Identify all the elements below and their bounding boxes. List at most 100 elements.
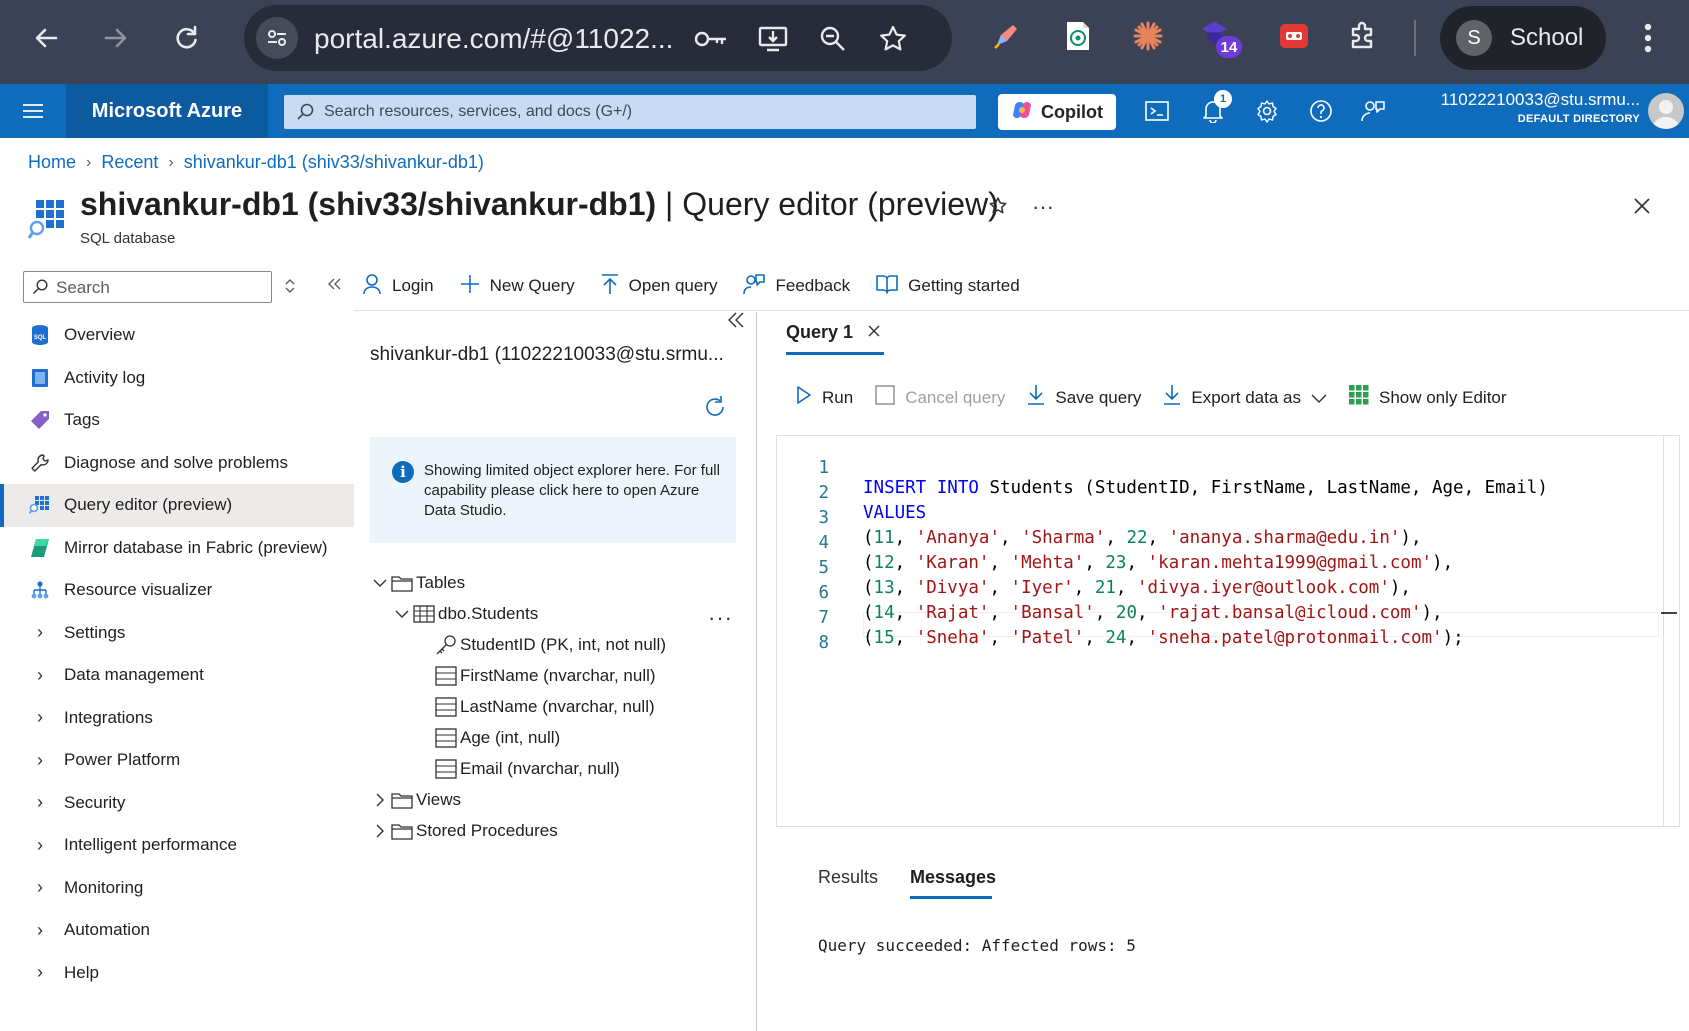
sql-text: Students (StudentID, FirstName, LastName…	[978, 478, 1548, 498]
chatgpt-extension-icon[interactable]	[1060, 18, 1096, 54]
menu-item-resource-visualizer[interactable]: Resource visualizer	[0, 569, 354, 612]
tab-messages[interactable]: Messages	[910, 867, 996, 888]
chevron-down-icon	[1311, 388, 1327, 408]
breadcrumb-recent[interactable]: Recent	[101, 152, 158, 173]
copilot-label: Copilot	[1041, 101, 1103, 122]
menu-item-activity-log[interactable]: Activity log	[0, 357, 354, 400]
graduation-extension-icon[interactable]: 14	[1200, 18, 1242, 58]
brand-logo[interactable]: Microsoft Azure	[66, 84, 268, 138]
tree-node-views[interactable]: Views	[370, 785, 461, 815]
save-query-button[interactable]: Save query	[1027, 384, 1141, 411]
show-only-editor-button[interactable]: Show only Editor	[1348, 385, 1507, 410]
tree-node-students-table[interactable]: dbo.Students	[392, 599, 538, 629]
menu-search-input[interactable]: Search	[23, 271, 272, 303]
code-line: 8	[777, 613, 840, 653]
menu-group-data-management[interactable]: › Data management	[0, 654, 354, 697]
play-icon	[796, 385, 812, 410]
sql-code-editor[interactable]: 1 INSERT INTO Students (StudentID, First…	[776, 435, 1680, 827]
menu-group-power-platform[interactable]: › Power Platform	[0, 739, 354, 782]
refresh-icon[interactable]	[702, 394, 728, 425]
tree-node-column[interactable]: FirstName (nvarchar, null)	[434, 661, 656, 691]
getting-started-button[interactable]: Getting started	[876, 273, 1020, 300]
collapse-menu-icon[interactable]	[326, 276, 342, 297]
url-text[interactable]: portal.azure.com/#@11022...	[314, 23, 684, 55]
pen-extension-icon[interactable]	[988, 18, 1024, 54]
install-app-icon[interactable]	[756, 22, 790, 56]
menu-item-tags[interactable]: Tags	[0, 399, 354, 442]
close-tab-icon[interactable]	[867, 322, 881, 343]
new-query-button[interactable]: New Query	[460, 274, 575, 299]
pane-splitter[interactable]	[756, 312, 757, 1031]
tab-query-1[interactable]: Query 1	[786, 322, 881, 343]
run-button[interactable]: Run	[796, 385, 853, 410]
menu-group-security[interactable]: › Security	[0, 782, 354, 825]
menu-item-overview[interactable]: SQL Overview	[0, 314, 354, 357]
portal-menu-icon[interactable]	[0, 84, 66, 138]
expand-collapse-icon[interactable]	[284, 278, 296, 299]
menu-group-settings[interactable]: › Settings	[0, 612, 354, 655]
menu-group-help[interactable]: › Help	[0, 952, 354, 995]
tree-node-column[interactable]: Email (nvarchar, null)	[434, 754, 620, 784]
command-bar-divider	[354, 310, 1689, 311]
tree-label: Stored Procedures	[416, 821, 558, 840]
browser-menu-icon[interactable]	[1632, 18, 1664, 58]
tree-node-stored-procedures[interactable]: Stored Procedures	[370, 816, 558, 846]
menu-item-label: Automation	[64, 920, 150, 940]
favorite-star-icon[interactable]	[988, 196, 1008, 221]
sql-number: 21	[1094, 578, 1116, 598]
screen-record-extension-icon[interactable]	[1276, 18, 1312, 54]
claude-extension-icon[interactable]	[1130, 18, 1166, 54]
feedback-icon[interactable]	[1358, 96, 1388, 126]
sql-string: 'Ananya'	[915, 528, 1000, 548]
bookmark-star-icon[interactable]	[876, 22, 910, 56]
cancel-query-label: Cancel query	[905, 387, 1006, 407]
zoom-icon[interactable]	[816, 22, 850, 56]
tree-node-column[interactable]: Age (int, null)	[434, 723, 560, 753]
more-actions-icon[interactable]: ···	[1032, 194, 1054, 220]
menu-item-query-editor[interactable]: Query editor (preview)	[0, 484, 354, 527]
menu-group-automation[interactable]: › Automation	[0, 909, 354, 952]
account-avatar[interactable]	[1648, 93, 1684, 129]
settings-gear-icon[interactable]	[1252, 96, 1282, 126]
tree-node-column[interactable]: StudentID (PK, int, not null)	[434, 630, 666, 660]
notifications-bell-icon[interactable]: 1	[1198, 90, 1232, 126]
tree-node-tables[interactable]: Tables	[370, 568, 465, 598]
reload-icon[interactable]	[164, 16, 208, 60]
open-query-button[interactable]: Open query	[601, 273, 717, 300]
forward-icon[interactable]	[94, 16, 138, 60]
back-icon[interactable]	[24, 16, 68, 60]
export-data-button[interactable]: Export data as	[1163, 384, 1327, 411]
chevron-right-icon: ›	[37, 749, 43, 770]
help-icon[interactable]	[1306, 96, 1336, 126]
collapse-explorer-icon[interactable]	[726, 310, 746, 335]
menu-item-mirror-fabric[interactable]: Mirror database in Fabric (preview)	[0, 527, 354, 570]
breadcrumb-home[interactable]: Home	[28, 152, 76, 173]
account-info[interactable]: 11022210033@stu.srmu... DEFAULT DIRECTOR…	[1400, 90, 1640, 125]
profile-button[interactable]: S School	[1440, 6, 1606, 70]
close-blade-icon[interactable]	[1632, 196, 1652, 221]
extensions-puzzle-icon[interactable]	[1346, 18, 1382, 54]
chevron-right-icon: ›	[37, 962, 43, 983]
site-info-icon[interactable]	[256, 17, 298, 59]
menu-group-intelligent-performance[interactable]: › Intelligent performance	[0, 824, 354, 867]
tab-results[interactable]: Results	[818, 867, 878, 888]
breadcrumb-database[interactable]: shivankur-db1 (shiv33/shivankur-db1)	[184, 152, 484, 173]
tree-node-column[interactable]: LastName (nvarchar, null)	[434, 692, 655, 722]
query-tab-label: Query 1	[786, 322, 854, 342]
sql-string: 'Divya'	[915, 578, 990, 598]
password-key-icon[interactable]	[694, 22, 728, 56]
menu-item-diagnose[interactable]: Diagnose and solve problems	[0, 442, 354, 485]
global-search-input[interactable]: Search resources, services, and docs (G+…	[284, 95, 976, 129]
menu-group-integrations[interactable]: › Integrations	[0, 697, 354, 740]
cloud-shell-icon[interactable]	[1142, 96, 1172, 126]
table-more-actions-icon[interactable]: ···	[708, 605, 733, 631]
cancel-query-button[interactable]: Cancel query	[875, 385, 1005, 410]
address-bar[interactable]: portal.azure.com/#@11022...	[244, 5, 952, 71]
copilot-button[interactable]: Copilot	[998, 94, 1116, 130]
menu-group-monitoring[interactable]: › Monitoring	[0, 867, 354, 910]
feedback-button[interactable]: Feedback	[743, 273, 850, 300]
code-line: 4 (12, 'Karan', 'Mehta', 23, 'karan.meht…	[777, 513, 1453, 573]
object-explorer-info[interactable]: i Showing limited object explorer here. …	[370, 437, 736, 543]
editor-scrollbar[interactable]	[1663, 436, 1679, 826]
login-button[interactable]: Login	[362, 273, 434, 300]
